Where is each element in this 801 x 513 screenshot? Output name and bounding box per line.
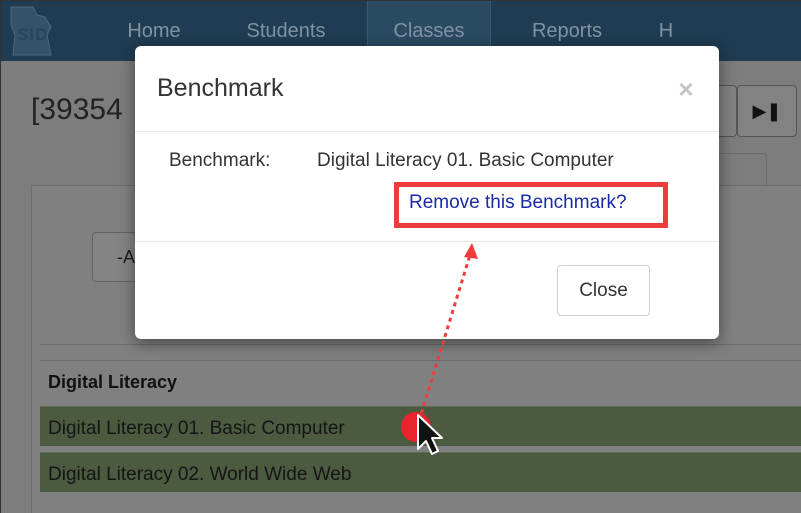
divider bbox=[40, 360, 801, 361]
logo-text: SID bbox=[17, 25, 49, 44]
sid-logo[interactable]: SID bbox=[7, 5, 55, 57]
benchmark-field-value: Digital Literacy 01. Basic Computer bbox=[317, 150, 614, 171]
divider bbox=[40, 344, 801, 345]
section-header: Digital Literacy bbox=[48, 372, 178, 392]
skip-to-end-icon: ▶❚ bbox=[752, 101, 782, 121]
modal-footer-divider bbox=[135, 241, 719, 242]
close-icon[interactable]: × bbox=[675, 76, 697, 102]
modal-header-divider bbox=[135, 131, 719, 132]
close-button[interactable]: Close bbox=[557, 265, 650, 316]
highlight-annotation bbox=[394, 182, 668, 228]
benchmark-field-label: Benchmark: bbox=[169, 150, 271, 171]
table-row[interactable]: Digital Literacy 01. Basic Computer bbox=[40, 406, 801, 446]
last-page-button[interactable]: ▶❚ bbox=[737, 85, 797, 137]
benchmark-modal: Benchmark × Benchmark: Digital Literacy … bbox=[135, 46, 719, 339]
table-row[interactable]: Digital Literacy 02. World Wide Web bbox=[40, 452, 801, 492]
modal-title: Benchmark bbox=[157, 74, 284, 102]
page-title: [39354 bbox=[31, 93, 123, 126]
